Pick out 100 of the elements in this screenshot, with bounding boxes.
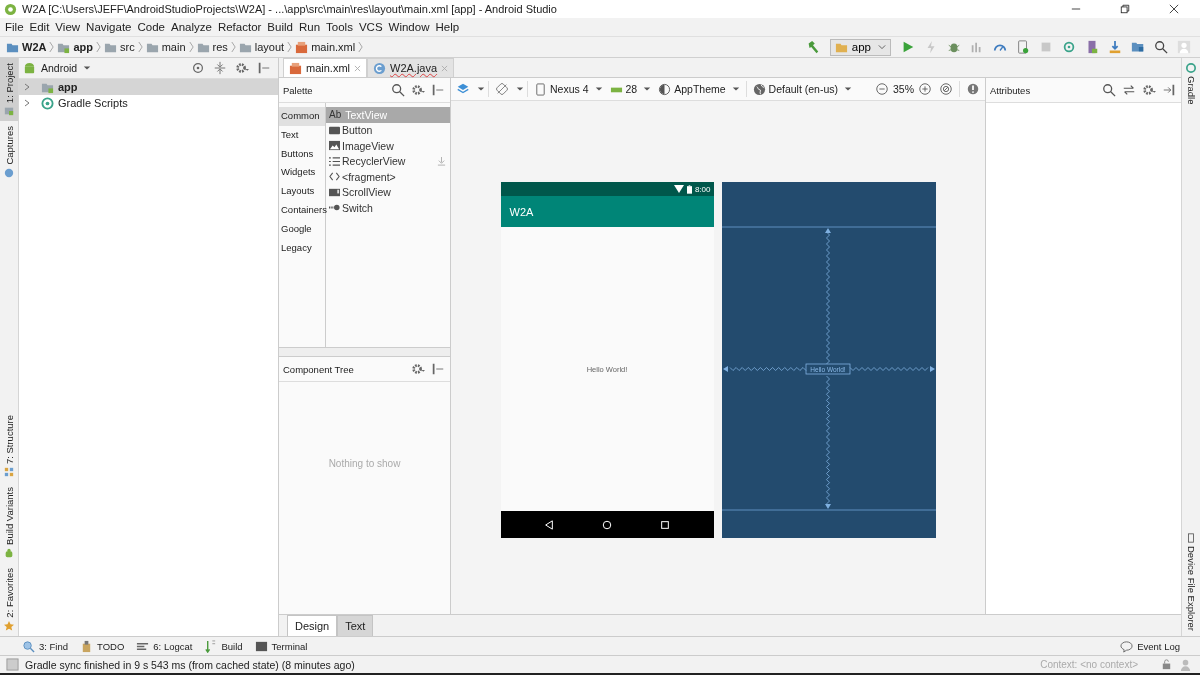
hide-panel-icon[interactable] bbox=[1162, 83, 1176, 97]
palette-category[interactable]: Widgets bbox=[279, 163, 325, 183]
tool-window-button[interactable]: 6: Logcat bbox=[136, 639, 193, 653]
sdk-download-icon[interactable] bbox=[1108, 40, 1122, 54]
menu-item[interactable]: Build bbox=[264, 21, 296, 33]
editor-mode-tab[interactable]: Text bbox=[337, 615, 374, 636]
tool-window-tab[interactable]: 7: Structure bbox=[0, 410, 18, 483]
breadcrumb[interactable]: app bbox=[73, 41, 93, 53]
run-config-dropdown[interactable]: app bbox=[829, 38, 891, 56]
palette-item[interactable]: Ab TextView bbox=[326, 107, 450, 123]
tool-window-tab[interactable]: Gradle bbox=[1182, 58, 1200, 110]
caret-icon bbox=[731, 86, 740, 92]
hide-panel-icon[interactable] bbox=[257, 61, 271, 75]
caret-icon bbox=[477, 86, 485, 92]
locale-dropdown[interactable]: Default (en-us) bbox=[749, 82, 856, 96]
menu-item[interactable]: File bbox=[2, 21, 27, 33]
menu-item[interactable]: Analyze bbox=[167, 21, 215, 33]
settings-icon[interactable] bbox=[235, 61, 249, 75]
settings-icon[interactable] bbox=[411, 362, 425, 376]
breadcrumb[interactable]: main bbox=[161, 41, 186, 53]
menu-item[interactable]: Edit bbox=[26, 21, 53, 33]
menu-item[interactable]: Code bbox=[134, 21, 168, 33]
breadcrumb[interactable]: src bbox=[120, 41, 135, 53]
palette-item[interactable]: Switch bbox=[326, 200, 450, 216]
search-icon[interactable] bbox=[1102, 83, 1116, 97]
breadcrumb[interactable]: W2A bbox=[22, 41, 47, 53]
collapse-icon[interactable] bbox=[213, 61, 227, 75]
palette-category[interactable]: Layouts bbox=[279, 182, 325, 201]
api-level-dropdown[interactable]: 28 bbox=[606, 82, 655, 96]
palette-category[interactable]: Common bbox=[279, 107, 325, 126]
tool-window-tab[interactable]: Captures bbox=[0, 121, 18, 183]
android-icon bbox=[23, 61, 36, 75]
layers-icon[interactable] bbox=[456, 82, 470, 96]
project-view-dropdown[interactable]: Android bbox=[38, 62, 95, 74]
editor-tab[interactable]: main.xml bbox=[283, 58, 367, 77]
tool-window-button[interactable]: 3: Find bbox=[22, 639, 69, 653]
device-icon[interactable] bbox=[1016, 40, 1030, 54]
tree-item[interactable]: Gradle Scripts bbox=[19, 95, 278, 111]
palette-item[interactable]: ImageView bbox=[326, 138, 450, 154]
hide-panel-icon[interactable] bbox=[431, 362, 445, 376]
palette-category[interactable]: Text bbox=[279, 125, 325, 145]
menu-item[interactable]: VCS bbox=[355, 21, 386, 33]
caret-icon bbox=[83, 65, 92, 71]
palette-category[interactable]: Google bbox=[279, 219, 325, 239]
code-brackets-icon bbox=[329, 171, 340, 183]
palette-item[interactable]: <fragment> bbox=[326, 169, 450, 185]
editor-tab[interactable]: W2A.java bbox=[367, 58, 455, 77]
settings-icon[interactable] bbox=[1142, 83, 1156, 97]
editor-mode-tab[interactable]: Design bbox=[287, 615, 338, 636]
wifi-icon bbox=[673, 185, 684, 193]
breadcrumb[interactable]: layout bbox=[254, 41, 285, 53]
settings-icon[interactable] bbox=[411, 83, 425, 97]
breadcrumb[interactable]: res bbox=[212, 41, 228, 53]
menu-item[interactable]: Window bbox=[385, 21, 433, 33]
terminal-icon bbox=[254, 639, 268, 653]
theme-dropdown[interactable]: AppTheme bbox=[655, 82, 743, 96]
device-dropdown[interactable]: Nexus 4 bbox=[531, 82, 606, 96]
event-log-button[interactable]: Event Log bbox=[1120, 639, 1180, 653]
tool-window-tab[interactable]: Build Variants bbox=[0, 482, 18, 564]
tool-window-tab[interactable]: Device File Explorer bbox=[1182, 528, 1200, 636]
panel-toggle-icon[interactable] bbox=[6, 658, 19, 671]
menu-item[interactable]: Navigate bbox=[83, 21, 135, 33]
android-icon bbox=[4, 548, 14, 559]
lock-icon[interactable] bbox=[1160, 658, 1173, 671]
palette-item[interactable]: ScrollView bbox=[326, 184, 450, 200]
tool-window-tab[interactable]: 1: Project bbox=[0, 58, 18, 122]
zoom-to-fit-icon[interactable] bbox=[939, 82, 953, 96]
hide-panel-icon[interactable] bbox=[431, 83, 445, 97]
warning-icon[interactable] bbox=[966, 82, 980, 96]
tool-window-button[interactable]: Build bbox=[204, 639, 243, 653]
swap-icon[interactable] bbox=[1122, 83, 1136, 97]
zoom-out-icon[interactable] bbox=[875, 82, 889, 96]
rotate-icon[interactable] bbox=[495, 82, 509, 96]
breadcrumb[interactable]: main.xml bbox=[311, 41, 356, 53]
crosshair-icon[interactable] bbox=[191, 61, 205, 75]
menu-item[interactable]: Run bbox=[295, 21, 324, 33]
search-icon[interactable] bbox=[1154, 40, 1168, 54]
tree-item[interactable]: app bbox=[19, 79, 278, 95]
zoom-in-icon[interactable] bbox=[918, 82, 932, 96]
menu-item[interactable]: View bbox=[52, 21, 84, 33]
menu-item[interactable]: Help bbox=[432, 21, 463, 33]
download-icon[interactable] bbox=[437, 156, 446, 166]
menu-item[interactable]: Refactor bbox=[214, 21, 265, 33]
sync-icon[interactable] bbox=[1062, 40, 1076, 54]
palette-category[interactable]: Legacy bbox=[279, 238, 325, 258]
tool-window-button[interactable]: Terminal bbox=[254, 639, 308, 653]
scroll-view-icon bbox=[329, 186, 340, 198]
palette-item[interactable]: RecyclerView bbox=[326, 153, 450, 169]
close-icon[interactable] bbox=[1169, 4, 1179, 14]
palette-category[interactable]: Containers bbox=[279, 201, 325, 220]
menu-item[interactable]: Tools bbox=[323, 21, 356, 33]
search-icon bbox=[22, 639, 35, 653]
search-icon[interactable] bbox=[391, 83, 405, 97]
project-structure-icon[interactable] bbox=[1131, 40, 1145, 54]
palette-category[interactable]: Buttons bbox=[279, 144, 325, 164]
tool-window-tab[interactable]: 2: Favorites bbox=[0, 563, 18, 636]
tool-window-button[interactable]: TODO bbox=[80, 639, 125, 653]
run-icon[interactable] bbox=[901, 40, 915, 54]
maximize-icon[interactable] bbox=[1120, 4, 1130, 14]
palette-item[interactable]: Button bbox=[326, 122, 450, 138]
